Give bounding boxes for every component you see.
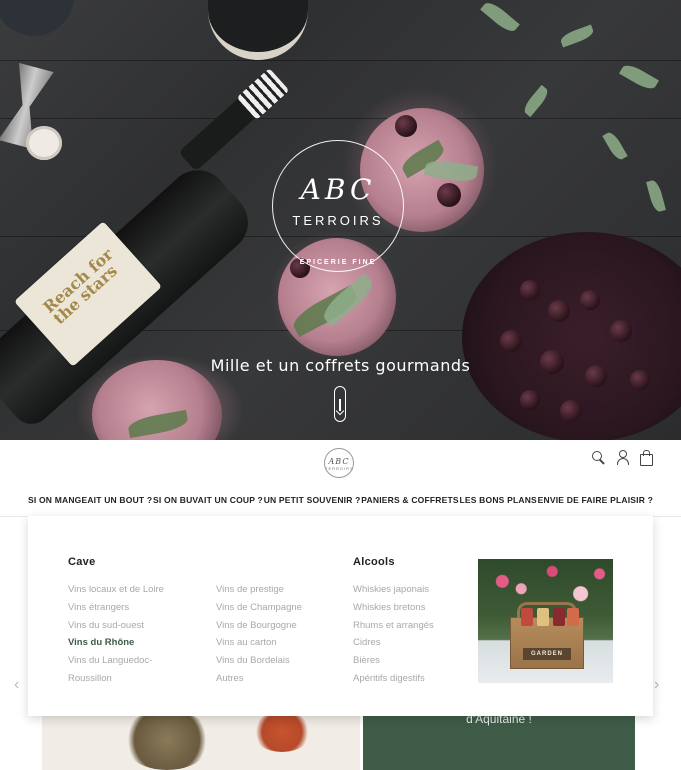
nav-item-boire[interactable]: SI ON BUVAIT UN COUP ? <box>153 490 263 518</box>
user-icon[interactable] <box>615 450 629 465</box>
blackberry <box>395 115 417 137</box>
menu-item[interactable]: Autres <box>216 670 302 688</box>
search-icon[interactable] <box>591 450 605 464</box>
menu-list-alcools: Whiskies japonais Whiskies bretons Rhums… <box>353 581 434 688</box>
blackberry <box>610 320 632 342</box>
wood-plank-line <box>0 60 681 61</box>
eucalyptus-leaf <box>521 84 551 118</box>
menu-item[interactable]: Vins de Bourgogne <box>216 617 302 635</box>
jar-image <box>567 608 579 626</box>
nav-item-souvenir[interactable]: UN PETIT SOUVENIR ? <box>264 490 361 516</box>
eucalyptus-leaf <box>480 0 520 36</box>
menu-item[interactable]: Cidres <box>353 634 434 652</box>
blackberry <box>560 400 582 422</box>
menu-item[interactable]: Whiskies bretons <box>353 599 434 617</box>
jar-image <box>521 608 533 626</box>
menu-list-cave-1: Vins locaux et de Loire Vins étrangers V… <box>68 581 164 688</box>
mega-menu: Cave Vins locaux et de Loire Vins étrang… <box>28 516 653 716</box>
header-actions <box>591 450 653 466</box>
eucalyptus-leaf <box>619 61 659 93</box>
blackberry <box>548 300 570 322</box>
paprika-image <box>252 712 312 752</box>
hero-logo-title: ABC <box>300 173 376 206</box>
blackberry <box>520 390 540 410</box>
main-nav: SI ON MANGEAIT UN BOUT ? SI ON BUVAIT UN… <box>0 490 681 518</box>
gift-crate-image: GARDEN <box>510 602 584 669</box>
menu-item[interactable]: Apéritifs digestifs <box>353 670 434 688</box>
menu-item[interactable]: Vins étrangers <box>68 599 164 617</box>
hero-logo-subtitle: TERROIRS <box>292 213 384 228</box>
menu-item[interactable]: Vins de Champagne <box>216 599 302 617</box>
menu-item[interactable]: Vins du sud-ouest <box>68 617 164 635</box>
menu-heading-alcools: Alcools <box>353 556 395 568</box>
menu-item[interactable]: Vins du Languedoc- <box>68 652 164 670</box>
bag-icon[interactable] <box>639 450 653 466</box>
eucalyptus-leaf <box>646 178 666 214</box>
site-logo-title: ABC <box>328 457 350 466</box>
menu-item-active[interactable]: Vins du Rhône <box>68 634 164 652</box>
blackberry <box>580 290 600 310</box>
blackberry <box>500 330 522 352</box>
candle-image <box>26 126 62 160</box>
bottle-top-image <box>208 0 308 60</box>
menu-item[interactable]: Vins au carton <box>216 634 302 652</box>
blackberry <box>437 183 461 207</box>
hero-tagline: Mille et un coffrets gourmands <box>210 356 471 375</box>
menu-heading-cave: Cave <box>68 556 96 568</box>
crate-label: GARDEN <box>523 648 571 660</box>
hero-banner: Reach for the stars ABC TERROIRS ÉPICERI… <box>0 0 681 440</box>
menu-item[interactable]: Whiskies japonais <box>353 581 434 599</box>
nav-item-plaisir[interactable]: ENVIE DE FAIRE PLAISIR ? <box>538 490 653 516</box>
nav-item-manger[interactable]: SI ON MANGEAIT UN BOUT ? <box>28 490 152 516</box>
scroll-down-icon[interactable] <box>334 386 346 422</box>
site-logo-subtitle: TERROIRS <box>325 466 354 471</box>
menu-item[interactable]: Vins locaux et de Loire <box>68 581 164 599</box>
eucalyptus-leaf <box>558 24 596 48</box>
blackberry <box>520 280 540 300</box>
jar-image <box>553 608 565 626</box>
seeds-image <box>122 710 212 770</box>
jar-image <box>537 608 549 626</box>
menu-list-cave-2: Vins de prestige Vins de Champagne Vins … <box>216 581 302 688</box>
menu-item[interactable]: Rhums et arrangés <box>353 617 434 635</box>
hero-logo: ABC TERROIRS ÉPICERIE FINE <box>272 140 404 272</box>
hero-logo-caption: ÉPICERIE FINE <box>299 259 377 266</box>
wood-plank-line <box>0 118 681 119</box>
carousel-prev-icon[interactable]: ‹ <box>14 676 22 694</box>
site-logo[interactable]: ABC TERROIRS <box>324 448 354 478</box>
menu-item[interactable]: Vins de prestige <box>216 581 302 599</box>
menu-promo-image[interactable]: GARDEN <box>478 559 613 683</box>
glass-top-left-image <box>0 0 74 36</box>
menu-item[interactable]: Vins du Bordelais <box>216 652 302 670</box>
carousel-next-icon[interactable]: › <box>654 676 662 694</box>
bottle-label-text: Reach for the stars <box>39 244 121 329</box>
nav-item-paniers[interactable]: PANIERS & COFFRETS <box>361 490 458 516</box>
menu-item[interactable]: Roussillon <box>68 670 164 688</box>
eucalyptus-leaf <box>602 130 628 162</box>
menu-item[interactable]: Bières <box>353 652 434 670</box>
nav-item-bons-plans[interactable]: LES BONS PLANS <box>459 490 536 516</box>
